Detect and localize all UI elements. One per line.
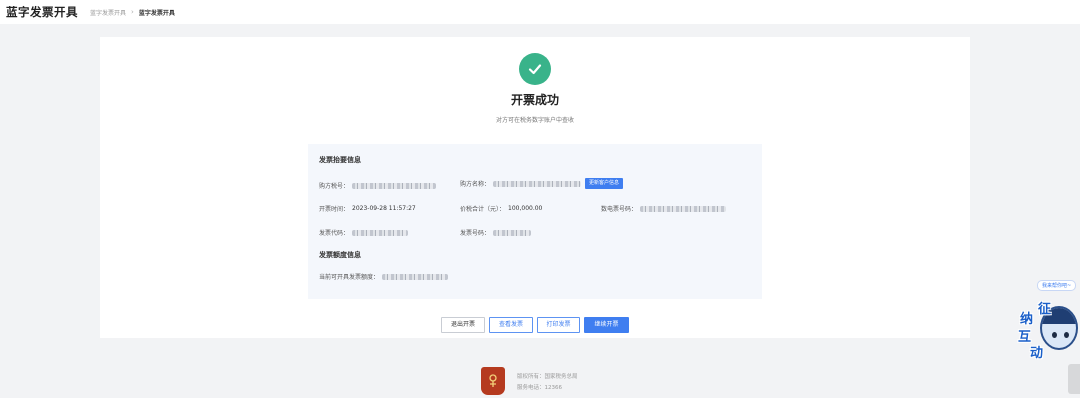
breadcrumb-separator-icon: ›: [131, 8, 134, 16]
buyer-name-label: 购方名称：: [460, 181, 491, 188]
check-circle-icon: [519, 53, 551, 85]
current-quota-redacted: [382, 273, 449, 280]
footer-hotline: 服务电话：12366: [517, 385, 562, 391]
buyer-tax-no-field: 购方税号：: [319, 181, 437, 190]
buyer-name-field: 购方名称： 更新客户信息: [460, 178, 624, 189]
update-customer-button[interactable]: 更新客户信息: [585, 178, 624, 189]
assistant-char-4: 动: [1030, 346, 1044, 361]
footer-copyright: 版权所有：国家税务总局: [517, 374, 578, 380]
summary-section-title: 发票抬要信息: [319, 156, 361, 164]
page-footer: 版权所有：国家税务总局 服务电话：12366: [481, 367, 578, 395]
digital-invoice-no-redacted: [640, 205, 727, 212]
invoice-code-label: 发票代码：: [319, 230, 350, 237]
breadcrumb: 蓝字发票开具 › 蓝字发票开具: [90, 8, 175, 17]
assistant-widget[interactable]: 征 纳 互 动: [1016, 296, 1080, 361]
invoice-code-field: 发票代码：: [319, 228, 409, 237]
footer-text: 版权所有：国家税务总局 服务电话：12366: [517, 372, 578, 394]
side-scroll-handle[interactable]: [1068, 364, 1080, 394]
total-amount-label: 价税合计（元）：: [460, 206, 506, 213]
invoice-no-label: 发票号码：: [460, 230, 491, 237]
result-card: 开票成功 对方可在税务数字账户中查收 发票抬要信息 购方税号： 购方名称： 更新…: [100, 37, 970, 338]
print-invoice-button[interactable]: 打印发票: [537, 317, 580, 333]
buyer-tax-no-redacted: [352, 182, 437, 189]
success-subtitle: 对方可在税务数字账户中查收: [495, 117, 574, 124]
breadcrumb-item-parent[interactable]: 蓝字发票开具: [90, 8, 126, 17]
assistant-char-1: 征: [1038, 302, 1052, 317]
current-quota-field: 当前可开具发票额度：: [319, 272, 449, 281]
issue-time-value: 2023-09-28 11:57:27: [352, 205, 416, 212]
quota-section-title: 发票额度信息: [319, 251, 361, 259]
invoice-code-redacted: [352, 229, 409, 236]
invoice-no-redacted: [493, 229, 532, 236]
current-quota-label: 当前可开具发票额度：: [319, 274, 380, 281]
invoice-no-field: 发票号码：: [460, 228, 532, 237]
total-amount-field: 价税合计（元）： 100,000.00: [460, 204, 542, 213]
issue-time-field: 开票时间： 2023-09-28 11:57:27: [319, 204, 416, 213]
tax-bureau-emblem-icon: [481, 367, 505, 395]
buyer-name-redacted: [493, 180, 582, 187]
continue-issuing-button[interactable]: 继续开票: [584, 317, 629, 333]
digital-invoice-no-field: 数电票号码：: [601, 204, 727, 213]
buyer-tax-no-label: 购方税号：: [319, 183, 350, 190]
top-header: 蓝字发票开具 蓝字发票开具 › 蓝字发票开具: [0, 0, 1080, 24]
view-invoice-button[interactable]: 查看发票: [489, 317, 533, 333]
exit-issuing-button[interactable]: 退出开票: [441, 317, 485, 333]
assistant-char-2: 纳: [1020, 312, 1034, 327]
invoice-info-panel: 发票抬要信息 购方税号： 购方名称： 更新客户信息 开票时间： 2023-09-…: [308, 144, 762, 299]
issue-time-label: 开票时间：: [319, 206, 350, 213]
digital-invoice-no-label: 数电票号码：: [601, 206, 638, 213]
assistant-bubble[interactable]: 我来帮你吧~: [1037, 280, 1077, 291]
breadcrumb-item-current: 蓝字发票开具: [138, 9, 175, 17]
success-title: 开票成功: [510, 93, 559, 107]
app-title: 蓝字发票开具: [6, 5, 78, 19]
total-amount-value: 100,000.00: [508, 205, 543, 212]
